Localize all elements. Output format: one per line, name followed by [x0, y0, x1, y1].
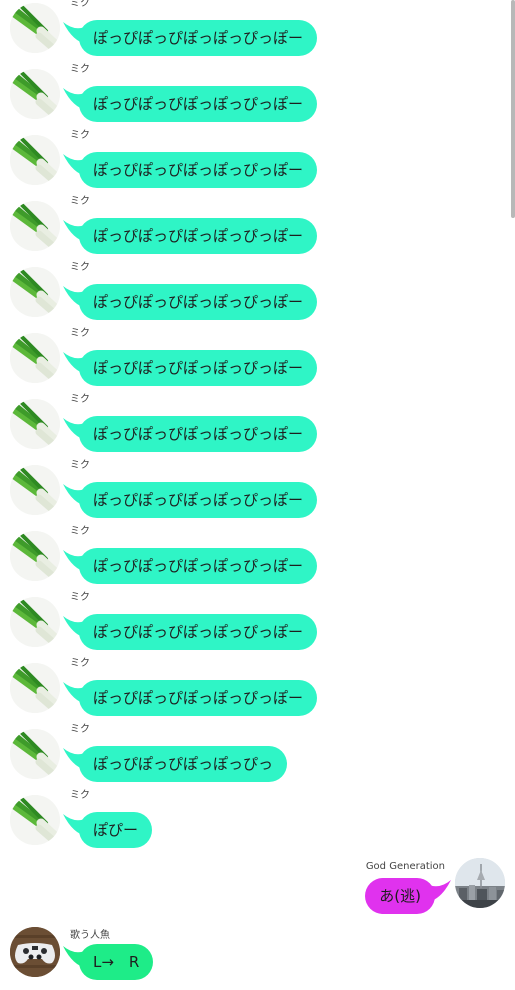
chat-message-row: ミク ぽっぴぽっぴぽっぽっぴっぽー	[0, 196, 400, 264]
message-bubble[interactable]: ぽっぴぽっぴぽっぽっぴっぽー	[79, 284, 318, 320]
chat-message-row: ミク ぽっぴぽっぴぽっぽっぴっぽー	[0, 0, 400, 66]
green-onion-icon	[10, 267, 60, 317]
sender-name: ミク	[70, 460, 90, 471]
green-onion-icon	[10, 531, 60, 581]
sender-name: ミク	[70, 394, 90, 405]
sender-name: ミク	[70, 328, 90, 339]
message-bubble[interactable]: ぽっぴぽっぴぽっぽっぴっぽー	[79, 416, 318, 452]
message-bubble[interactable]: ぽっぴぽっぴぽっぽっぴっぽー	[79, 218, 318, 254]
green-onion-icon	[10, 465, 60, 515]
chat-message-row-self: God Generation あ(逃)	[215, 858, 515, 918]
sender-name: ミク	[70, 526, 90, 537]
green-onion-icon	[10, 663, 60, 713]
sender-name: ミク	[70, 64, 90, 75]
avatar[interactable]	[10, 201, 60, 251]
sender-name: God Generation	[365, 861, 445, 872]
green-onion-icon	[10, 3, 60, 53]
green-onion-icon	[10, 399, 60, 449]
green-onion-icon	[10, 795, 60, 845]
avatar[interactable]	[10, 729, 60, 779]
chat-message-row: ミク ぽっぴぽっぴぽっぽっぴっぽー	[0, 130, 400, 198]
message-bubble[interactable]: ぽっぴぽっぴぽっぽっぴっぽー	[79, 20, 318, 56]
green-onion-icon	[10, 729, 60, 779]
sender-name: ミク	[70, 658, 90, 669]
sender-name: ミク	[70, 0, 90, 9]
message-bubble[interactable]: ぽっぴぽっぴぽっぽっぴっぽー	[79, 482, 318, 518]
chat-message-row: ミク ぽっぴぽっぴぽっぽっぴっぽー	[0, 394, 400, 462]
chat-message-row: ミク ぽっぴぽっぴぽっぽっぴっぽー	[0, 460, 400, 528]
avatar[interactable]	[10, 333, 60, 383]
green-onion-icon	[10, 69, 60, 119]
message-bubble[interactable]: L→ R	[79, 944, 154, 980]
chat-message-row: 歌う人魚 L→ R	[0, 924, 400, 990]
chat-message-row: ミク ぽっぴぽっぴぽっぽっぴっぽー	[0, 592, 400, 660]
chat-message-row: ミク ぽっぴぽっぴぽっぽっぴっぽー	[0, 262, 400, 330]
sender-name: ミク	[70, 724, 90, 735]
green-onion-icon	[10, 333, 60, 383]
chat-message-row: ミク ぽっぴぽっぴぽっぽっぴっ	[0, 724, 400, 792]
chat-message-row: ミク ぽっぴぽっぴぽっぽっぴっぽー	[0, 526, 400, 594]
message-bubble[interactable]: ぽっぴぽっぴぽっぽっぴっぽー	[79, 548, 318, 584]
sender-name: ミク	[70, 130, 90, 141]
chat-log[interactable]: ミク ぽっぴぽっぴぽっぽっぴっぽー ミク ぽっぴぽっぴぽっぽっぴっぽー ミク ぽ…	[0, 0, 515, 989]
message-bubble[interactable]: ぽっぴぽっぴぽっぽっぴっぽー	[79, 680, 318, 716]
sender-name: ミク	[70, 196, 90, 207]
avatar[interactable]	[10, 399, 60, 449]
message-bubble[interactable]: ぽっぴぽっぴぽっぽっぴっ	[79, 746, 288, 782]
chat-message-row: ミク ぽっぴぽっぴぽっぽっぴっぽー	[0, 64, 400, 132]
avatar[interactable]	[10, 69, 60, 119]
game-controller-icon	[10, 927, 60, 977]
sender-name: ミク	[70, 592, 90, 603]
avatar[interactable]	[10, 465, 60, 515]
avatar[interactable]	[10, 3, 60, 53]
avatar[interactable]	[10, 927, 60, 977]
sender-name: ミク	[70, 262, 90, 273]
avatar[interactable]	[10, 663, 60, 713]
green-onion-icon	[10, 597, 60, 647]
chat-message-row: ミク ぽっぴぽっぴぽっぽっぴっぽー	[0, 658, 400, 726]
city-tower-photo-icon	[455, 858, 505, 908]
avatar[interactable]	[10, 135, 60, 185]
sender-name: 歌う人魚	[70, 930, 110, 941]
green-onion-icon	[10, 201, 60, 251]
message-bubble[interactable]: ぽっぴぽっぴぽっぽっぴっぽー	[79, 614, 318, 650]
avatar[interactable]	[10, 531, 60, 581]
scrollbar[interactable]	[511, 0, 515, 218]
message-bubble[interactable]: ぽっぴぽっぴぽっぽっぴっぽー	[79, 350, 318, 386]
avatar[interactable]	[10, 267, 60, 317]
message-bubble[interactable]: あ(逃)	[365, 878, 435, 914]
chat-message-row: ミク ぽぴー	[0, 790, 400, 858]
chat-message-row: ミク ぽっぴぽっぴぽっぽっぴっぽー	[0, 328, 400, 396]
message-bubble[interactable]: ぽっぴぽっぴぽっぽっぴっぽー	[79, 86, 318, 122]
sender-name: ミク	[70, 790, 90, 801]
avatar[interactable]	[10, 795, 60, 845]
avatar[interactable]	[455, 858, 505, 908]
message-bubble[interactable]: ぽぴー	[79, 812, 153, 848]
avatar[interactable]	[10, 597, 60, 647]
message-bubble[interactable]: ぽっぴぽっぴぽっぽっぴっぽー	[79, 152, 318, 188]
green-onion-icon	[10, 135, 60, 185]
